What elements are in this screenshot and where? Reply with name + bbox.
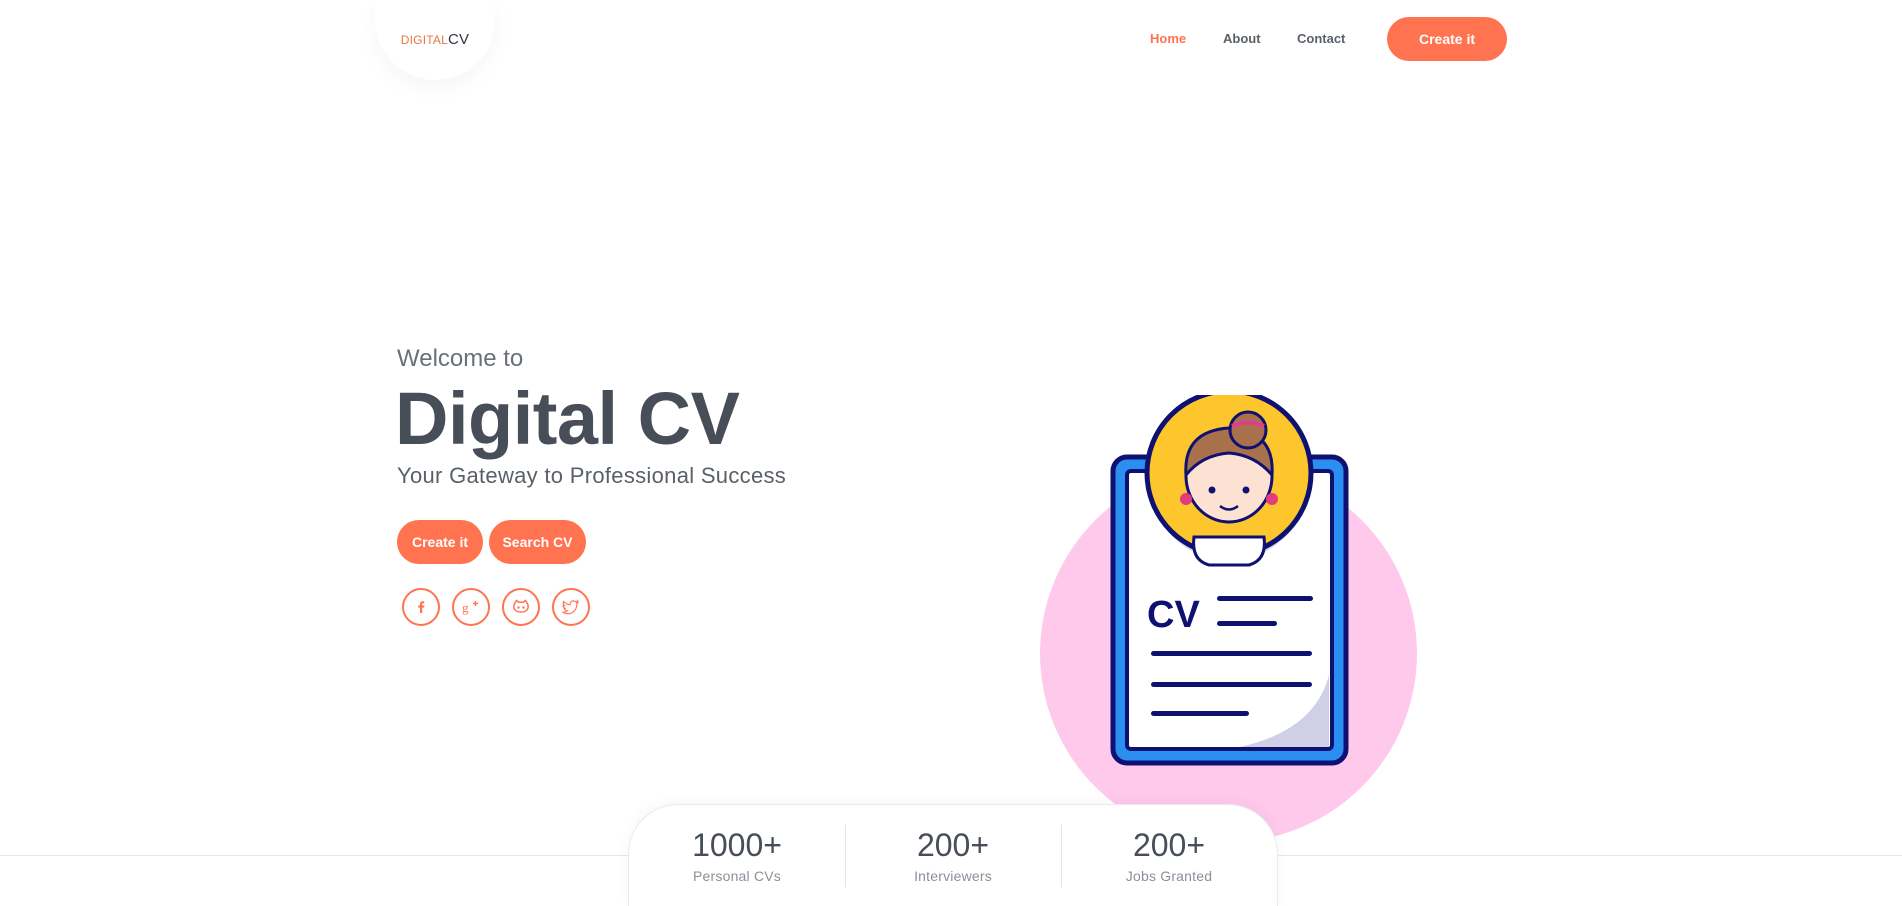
stat-label: Interviewers (914, 868, 992, 884)
hero-create-button[interactable]: Create it (397, 520, 483, 564)
main-nav: Home About Contact Create it (0, 0, 1902, 80)
cv-illustration: CV (1110, 395, 1349, 766)
nav-about[interactable]: About (1223, 31, 1261, 46)
google-plus-link[interactable]: g (452, 588, 490, 626)
twitter-link[interactable] (552, 588, 590, 626)
stats-bar: 1000+ Personal CVs 200+ Interviewers 200… (628, 804, 1278, 906)
facebook-icon (418, 601, 425, 613)
hero-tagline: Your Gateway to Professional Success (397, 463, 787, 488)
nav-create-button[interactable]: Create it (1387, 17, 1507, 61)
stat-label: Personal CVs (693, 868, 781, 884)
stat-interviewers: 200+ Interviewers (845, 805, 1061, 906)
cv-badge-text: CV (1147, 594, 1200, 636)
hero-title: Digital CV (395, 377, 740, 460)
github-link[interactable] (502, 588, 540, 626)
stat-value: 200+ (1132, 827, 1206, 863)
stat-personal-cvs: 1000+ Personal CVs (629, 805, 845, 906)
nav-contact[interactable]: Contact (1297, 31, 1345, 46)
hero-welcome: Welcome to (397, 345, 524, 372)
nav-home[interactable]: Home (1150, 31, 1186, 46)
facebook-link[interactable] (402, 588, 440, 626)
github-icon (513, 599, 529, 613)
stat-value: 200+ (916, 827, 990, 863)
svg-text:g: g (462, 600, 469, 615)
stat-jobs-granted: 200+ Jobs Granted (1061, 805, 1277, 906)
twitter-icon (562, 599, 579, 615)
stat-value: 1000+ (692, 827, 782, 863)
google-plus-icon: g (462, 600, 478, 615)
stat-label: Jobs Granted (1125, 868, 1213, 884)
hero-search-button[interactable]: Search CV (489, 520, 586, 564)
